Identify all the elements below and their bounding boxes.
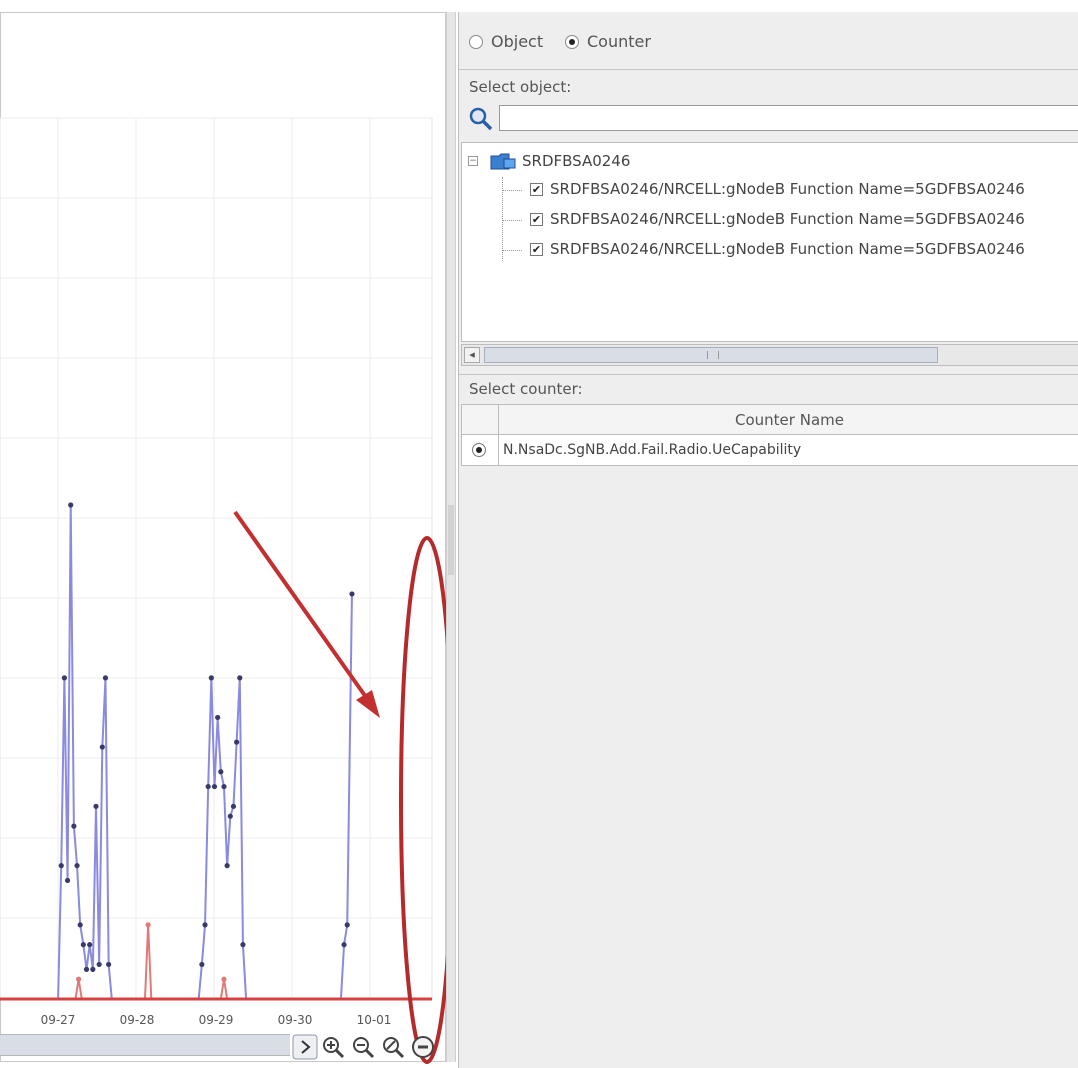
collapse-node-icon[interactable]: − [468, 156, 478, 166]
object-search-input[interactable] [499, 105, 1078, 131]
data-point [106, 961, 112, 968]
collapse-icon[interactable] [410, 1034, 436, 1060]
select-counter-label: Select counter: [469, 380, 583, 398]
split-pane-grip[interactable] [448, 505, 454, 575]
tree-root-label: SRDFBSA0246 [522, 152, 631, 170]
data-point [61, 675, 67, 681]
counter-radio[interactable] [565, 35, 579, 49]
x-tick-label: 09-28 [120, 1013, 155, 1027]
mode-selector: Object Counter [459, 12, 1078, 68]
data-point [344, 922, 350, 928]
zoom-out-icon[interactable] [350, 1034, 376, 1060]
data-point [341, 942, 347, 948]
data-point [68, 502, 74, 508]
tree-item[interactable]: ✔ SRDFBSA0246/NRCELL:gNodeB Function Nam… [502, 237, 1078, 263]
data-point [227, 813, 233, 819]
data-point [80, 942, 86, 948]
data-point [205, 783, 211, 790]
chart-toolbar [292, 1034, 442, 1062]
counter-name-cell[interactable]: N.NsaDc.SgNB.Add.Fail.Radio.UeCapability [498, 435, 1078, 465]
data-point [83, 966, 90, 972]
x-tick-label: 09-30 [278, 1013, 313, 1027]
data-point [102, 675, 109, 681]
data-point [202, 922, 208, 928]
reset-zoom-icon[interactable] [380, 1034, 406, 1060]
section-divider [459, 69, 1078, 70]
zoom-in-icon[interactable] [320, 1034, 346, 1060]
network-folder-icon [490, 153, 516, 170]
counter-radio-label[interactable]: Counter [587, 32, 651, 51]
counter-row-radio[interactable] [472, 443, 486, 457]
x-tick-label: 09-27 [41, 1013, 76, 1027]
data-point [71, 823, 77, 829]
data-point [199, 961, 205, 968]
x-tick-label: 10-01 [357, 1013, 392, 1027]
tree-item-label: SRDFBSA0246/NRCELL:gNodeB Function Name=… [550, 210, 1025, 228]
item-checkbox[interactable]: ✔ [530, 183, 543, 196]
scroll-left-icon[interactable]: ◂ [464, 347, 480, 363]
object-tree: − SRDFBSA0246 ✔ SRDFBSA0246/NRCELL:gNode… [461, 142, 1078, 342]
data-point [76, 976, 82, 982]
trend-chart: 09-27 09-28 09-29 09-30 10-01 [0, 117, 446, 1064]
data-point [224, 863, 230, 869]
tree-item[interactable]: ✔ SRDFBSA0246/NRCELL:gNodeB Function Nam… [502, 207, 1078, 233]
data-point [90, 966, 96, 972]
section-divider [459, 374, 1078, 375]
object-search [467, 105, 1078, 133]
data-point [74, 863, 80, 869]
data-point [221, 976, 227, 982]
selection-panel: Object Counter Select object: − SRDFBSA0… [458, 12, 1078, 1068]
tree-horizontal-scrollbar[interactable]: ◂ [461, 344, 1078, 366]
object-radio[interactable] [469, 35, 483, 49]
data-point [237, 675, 243, 681]
scroll-right-icon[interactable] [292, 1034, 318, 1060]
select-column-header [462, 405, 498, 435]
data-point [240, 942, 246, 948]
tree-item[interactable]: ✔ SRDFBSA0246/NRCELL:gNodeB Function Nam… [502, 177, 1078, 203]
data-point [58, 863, 64, 869]
data-point [218, 769, 224, 775]
data-point [64, 877, 71, 884]
scrollbar-thumb[interactable] [484, 347, 938, 363]
tree-item-label: SRDFBSA0246/NRCELL:gNodeB Function Name=… [550, 240, 1025, 258]
data-point [208, 675, 214, 681]
data-point [349, 591, 355, 597]
data-point [99, 744, 105, 750]
item-checkbox[interactable]: ✔ [530, 213, 543, 226]
search-icon [469, 107, 493, 131]
tree-item-label: SRDFBSA0246/NRCELL:gNodeB Function Name=… [550, 180, 1025, 198]
data-point [87, 942, 93, 948]
data-point [230, 803, 237, 809]
counter-table: Counter Name N.NsaDc.SgNB.Add.Fail.Radio… [461, 404, 1078, 466]
data-point [221, 783, 227, 790]
object-radio-label[interactable]: Object [491, 32, 543, 51]
data-point [215, 714, 221, 721]
data-point [145, 922, 151, 928]
chart-horizontal-scrollbar[interactable] [0, 1034, 290, 1056]
x-tick-labels: 09-27 09-28 09-29 09-30 10-01 [41, 1013, 392, 1027]
data-point [77, 922, 83, 928]
item-checkbox[interactable]: ✔ [530, 243, 543, 256]
x-tick-label: 09-29 [199, 1013, 234, 1027]
counter-name-header[interactable]: Counter Name [498, 405, 1078, 435]
data-point [96, 961, 102, 968]
data-point [93, 803, 99, 809]
data-point [234, 739, 240, 745]
select-object-label: Select object: [469, 78, 572, 96]
data-point [211, 783, 218, 790]
